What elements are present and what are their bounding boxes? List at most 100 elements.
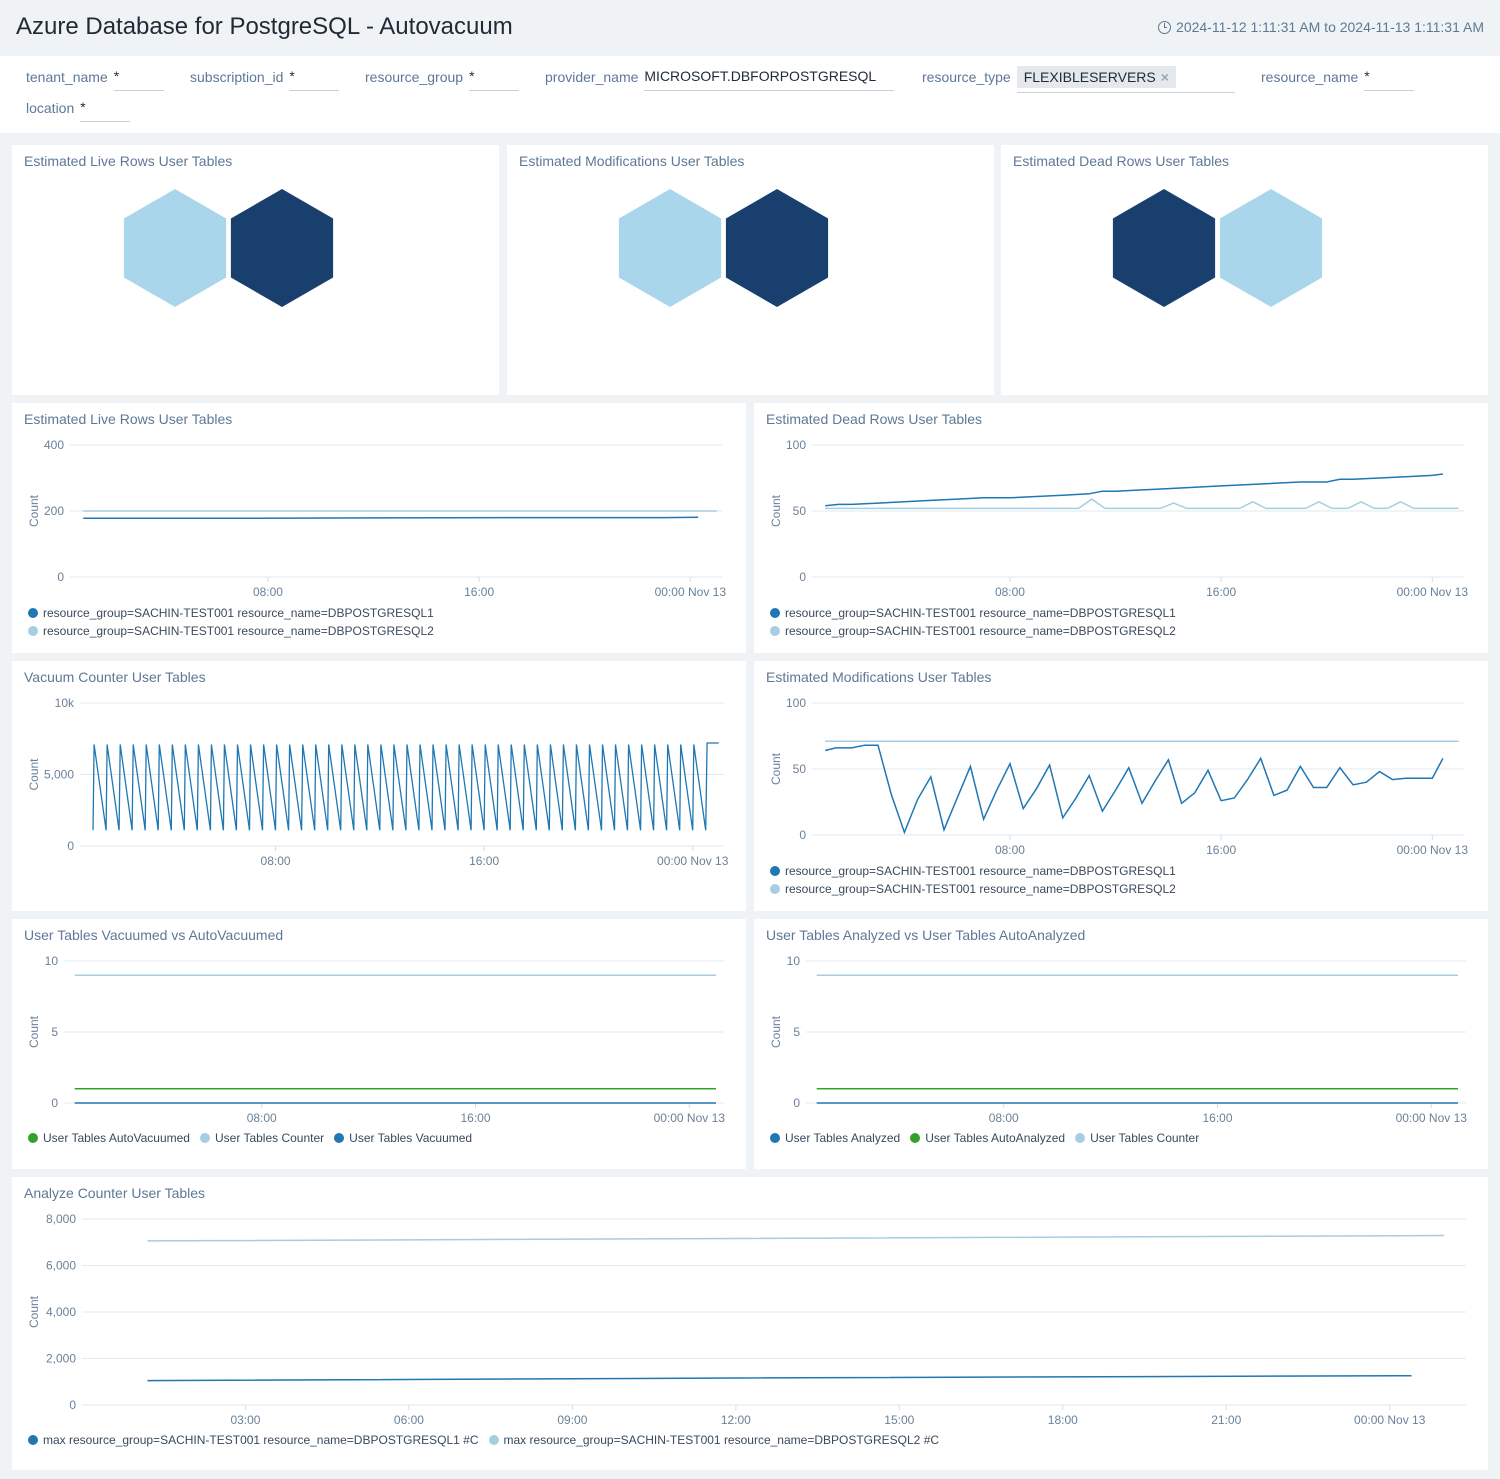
x-tick-label: 16:00 [1206, 585, 1236, 599]
filter-value-input[interactable]: MICROSOFT.DBFORPOSTGRESQL [644, 68, 895, 91]
filter-value-input[interactable]: * [113, 68, 164, 91]
series-line-1[interactable] [147, 1374, 1412, 1382]
series-line-1[interactable] [83, 516, 699, 520]
honeycomb-cell-light[interactable] [1219, 189, 1323, 307]
legend-label: resource_group=SACHIN-TEST001 resource_n… [785, 624, 1176, 638]
x-tick-label: 00:00 Nov 13 [1354, 1413, 1426, 1427]
time-range-picker[interactable]: 2024-11-12 1:11:31 AM to 2024-11-13 1:11… [1158, 19, 1484, 35]
close-icon[interactable]: × [1161, 69, 1169, 85]
y-tick-label: 100 [786, 696, 806, 710]
honeycomb-panel-modifications: Estimated Modifications User Tables [507, 145, 994, 395]
dashboard-header: Azure Database for PostgreSQL - Autovacu… [0, 0, 1500, 56]
legend-item[interactable]: User Tables Analyzed [770, 1131, 900, 1145]
legend-dot-icon [28, 1435, 38, 1445]
chart-legend: max resource_group=SACHIN-TEST001 resour… [28, 1433, 939, 1447]
legend-label: max resource_group=SACHIN-TEST001 resour… [503, 1433, 940, 1447]
x-tick-label: 00:00 Nov 13 [1397, 843, 1469, 857]
filter-tag: FLEXIBLESERVERS × [1016, 66, 1176, 88]
x-tick-label: 15:00 [884, 1413, 914, 1427]
filter-provider-name[interactable]: provider_name MICROSOFT.DBFORPOSTGRESQL [545, 68, 895, 91]
legend-dot-icon [770, 1133, 780, 1143]
x-tick-label: 16:00 [469, 854, 499, 868]
y-tick-label: 10 [45, 954, 59, 968]
filter-resource-group[interactable]: resource_group * [365, 68, 520, 91]
honeycomb-cell-light[interactable] [618, 189, 722, 307]
x-tick-label: 08:00 [995, 585, 1025, 599]
legend-dot-icon [334, 1133, 345, 1143]
legend-item[interactable]: resource_group=SACHIN-TEST001 resource_n… [28, 604, 434, 622]
y-axis-label: Count [27, 758, 41, 791]
chart-panel-vacuumed-vs-autovacuumed: User Tables Vacuumed vs AutoVacuumed 051… [12, 919, 746, 1169]
y-axis-label: Count [27, 1295, 41, 1328]
legend-item[interactable]: User Tables Vacuumed [334, 1131, 472, 1145]
filter-value-input[interactable]: * [80, 99, 131, 122]
filter-value-input[interactable]: * [289, 68, 340, 91]
legend-label: User Tables AutoVacuumed [43, 1131, 190, 1145]
legend-dot-icon [910, 1133, 921, 1143]
filter-resource-type[interactable]: resource_type FLEXIBLESERVERS × [922, 66, 1235, 93]
filter-label: location [26, 100, 75, 116]
legend-label: resource_group=SACHIN-TEST001 resource_n… [43, 606, 434, 620]
filter-value-input[interactable]: FLEXIBLESERVERS × [1016, 66, 1235, 93]
filter-location[interactable]: location * [26, 99, 131, 122]
y-axis-label: Count [27, 494, 41, 527]
chart-panel-vacuum-counter: Vacuum Counter User Tables 0 5,000 10k 08:0… [12, 661, 746, 911]
series-line-2[interactable] [147, 1234, 1445, 1242]
legend-label: User Tables Vacuumed [349, 1131, 473, 1145]
y-tick-label: 2,000 [46, 1352, 76, 1366]
legend-label: resource_group=SACHIN-TEST001 resource_n… [785, 864, 1176, 878]
honeycomb-cell-dark[interactable] [1112, 189, 1216, 307]
line-chart: 0 2,000 4,000 6,000 8,000 03:00 06:00 09:00 12:0… [27, 1212, 1466, 1427]
legend-item[interactable]: User Tables Counter [1075, 1131, 1199, 1145]
honeycomb-panel-live-rows: Estimated Live Rows User Tables [12, 145, 499, 395]
y-axis-label: Count [769, 752, 783, 785]
series-line-1[interactable] [92, 742, 719, 831]
y-tick-label: 0 [67, 839, 74, 853]
filter-tenant-name[interactable]: tenant_name * [26, 68, 164, 91]
legend-item[interactable]: User Tables Counter [199, 1131, 324, 1145]
page-title: Azure Database for PostgreSQL - Autovacu… [16, 13, 513, 40]
legend-item[interactable]: resource_group=SACHIN-TEST001 resource_n… [770, 622, 1176, 640]
filter-subscription-id[interactable]: subscription_id * [190, 68, 340, 91]
legend-item[interactable]: resource_group=SACHIN-TEST001 resource_n… [770, 862, 1176, 880]
filter-resource-name[interactable]: resource_name * [1261, 68, 1415, 91]
legend-item[interactable]: User Tables AutoVacuumed [28, 1131, 190, 1145]
legend-dot-icon [770, 884, 780, 894]
x-tick-label: 18:00 [1048, 1413, 1078, 1427]
y-tick-label: 4,000 [46, 1305, 76, 1319]
legend-dot-icon [28, 626, 38, 636]
y-tick-label: 6,000 [46, 1259, 76, 1273]
chart-panel-live-rows: Estimated Live Rows User Tables 0 200 400 0… [12, 403, 746, 653]
x-tick-label: 00:00 Nov 13 [655, 585, 727, 599]
y-axis-label: Count [769, 494, 783, 527]
honeycomb-chart [618, 189, 829, 307]
y-tick-label: 200 [44, 504, 64, 518]
filter-bar: tenant_name * subscription_id * resource… [0, 56, 1500, 133]
legend-item[interactable]: resource_group=SACHIN-TEST001 resource_n… [28, 622, 434, 640]
series-line-1[interactable] [825, 473, 1443, 507]
chart-legend: resource_group=SACHIN-TEST001 resource_n… [28, 604, 434, 640]
legend-item[interactable]: max resource_group=SACHIN-TEST001 resour… [28, 1433, 479, 1447]
legend-item[interactable]: resource_group=SACHIN-TEST001 resource_n… [770, 604, 1176, 622]
honeycomb-cell-dark[interactable] [725, 189, 829, 307]
filter-value-input[interactable]: * [469, 68, 520, 91]
x-tick-label: 21:00 [1211, 1413, 1241, 1427]
legend-dot-icon [199, 1133, 210, 1143]
honeycomb-cell-light[interactable] [123, 189, 227, 307]
x-tick-label: 08:00 [261, 854, 291, 868]
legend-item[interactable]: User Tables AutoAnalyzed [910, 1131, 1065, 1145]
legend-label: User Tables Analyzed [785, 1131, 901, 1145]
chart-legend: resource_group=SACHIN-TEST001 resource_n… [770, 604, 1176, 640]
series-line-1[interactable] [825, 744, 1444, 835]
y-tick-label: 100 [786, 438, 806, 452]
x-tick-label: 06:00 [394, 1413, 424, 1427]
chart-panel-analyzed-vs-autoanalyzed: User Tables Analyzed vs User Tables Auto… [754, 919, 1488, 1169]
honeycomb-cell-dark[interactable] [230, 189, 334, 307]
filter-value-input[interactable]: * [1364, 68, 1415, 91]
legend-item[interactable]: max resource_group=SACHIN-TEST001 resour… [488, 1433, 940, 1447]
y-tick-label: 50 [793, 504, 807, 518]
filter-label: resource_type [922, 69, 1011, 85]
y-tick-label: 50 [793, 762, 807, 776]
legend-item[interactable]: resource_group=SACHIN-TEST001 resource_n… [770, 880, 1176, 898]
y-tick-label: 10 [787, 954, 801, 968]
